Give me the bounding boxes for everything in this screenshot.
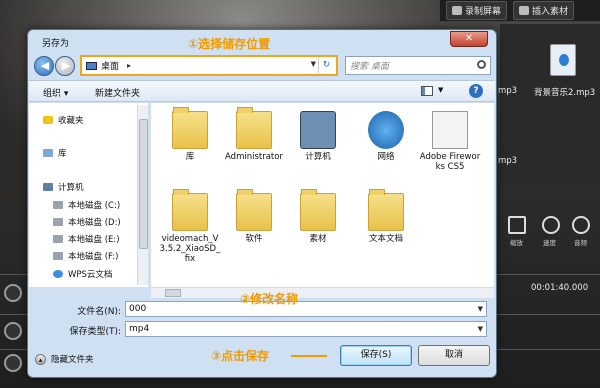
organize-button[interactable]: 组织 ▾ [43, 86, 68, 99]
nav-scrollbar[interactable] [137, 105, 148, 285]
search-icon [477, 60, 486, 69]
nav-item-drive-f[interactable]: 本地磁盘 (F:) [53, 250, 118, 262]
desktop-icon [86, 61, 97, 70]
save-button[interactable]: 保存(S) [340, 345, 412, 366]
pointer-arrow [291, 355, 327, 357]
navigation-row: ◀ ▶ 桌面 ▸ ▼ ↻ 搜索 桌面 [32, 54, 494, 78]
nav-item-drive-e[interactable]: 本地磁盘 (E:) [53, 233, 120, 245]
search-placeholder: 搜索 桌面 [350, 62, 389, 72]
cancel-button[interactable]: 取消 [418, 345, 490, 366]
new-folder-button[interactable]: 新建文件夹 [95, 86, 140, 99]
star-icon [43, 116, 53, 124]
computer-icon [300, 111, 336, 149]
insert-icon [519, 6, 530, 15]
hide-folders-button[interactable]: ▴ 隐藏文件夹 [35, 353, 94, 365]
address-dropdown-icon[interactable]: ▼ [311, 60, 316, 68]
file-item[interactable]: 文本文档 [355, 189, 417, 244]
filename-label: 文件名(N): [77, 307, 121, 317]
media-library: mp3 背景音乐2.mp3 mp3 [498, 24, 600, 184]
track-toggle-icon[interactable] [4, 322, 22, 340]
file-item[interactable]: videomach_V3.5.2_XiaoSD_fix [159, 189, 221, 264]
nav-item-library[interactable]: 库 [43, 147, 67, 159]
search-input[interactable]: 搜索 桌面 [345, 56, 491, 75]
annotation-step1: ①选择储存位置 [188, 37, 271, 51]
view-mode-icon[interactable] [421, 86, 433, 96]
volume-icon[interactable] [572, 216, 590, 234]
media-item-label[interactable]: mp3 [498, 86, 517, 96]
navigation-pane: 收藏夹 库 计算机 本地磁盘 (C:) 本地磁盘 (D:) 本地磁盘 (E:) … [29, 103, 149, 287]
save-as-dialog: 另存为 ✕ ◀ ▶ 桌面 ▸ ▼ ↻ 搜索 桌面 ①选择储存位置 组织 ▾ 新建… [27, 29, 497, 378]
user-folder-icon [236, 107, 272, 149]
file-item[interactable]: Administrator [223, 107, 285, 162]
music-file-icon[interactable] [550, 44, 576, 76]
address-bar[interactable]: 桌面 ▸ ▼ ↻ [80, 55, 338, 76]
forward-button[interactable]: ▶ [55, 56, 75, 76]
annotation-step3: ③点击保存 [211, 349, 270, 363]
computer-icon [43, 183, 53, 191]
folder-icon [236, 189, 272, 231]
drive-icon [53, 218, 63, 226]
filename-input[interactable]: 000 ▼ [125, 301, 487, 317]
speed-icon[interactable] [542, 216, 560, 234]
crop-icon[interactable] [508, 216, 526, 234]
folder-icon [300, 189, 336, 231]
nav-item-computer[interactable]: 计算机 [43, 181, 84, 193]
folder-icon [368, 189, 404, 231]
track-toggle-icon[interactable] [4, 354, 22, 372]
cloud-icon [53, 270, 63, 278]
breadcrumb-arrow-icon[interactable]: ▸ [127, 61, 131, 70]
help-icon[interactable]: ? [469, 84, 483, 98]
drive-icon [53, 235, 63, 243]
nav-item-drive-c[interactable]: 本地磁盘 (C:) [53, 199, 120, 211]
scrollbar-thumb[interactable] [165, 289, 181, 297]
player-controls: 缩放 速度 音频 [500, 210, 600, 250]
media-item-label[interactable]: mp3 [498, 156, 517, 166]
dialog-footer: ▴ 隐藏文件夹 ③点击保存 保存(S) 取消 [29, 339, 495, 377]
drive-icon [53, 201, 63, 209]
nav-item-wps-cloud[interactable]: WPS云文档 [53, 268, 112, 280]
file-item[interactable]: 库 [159, 107, 221, 162]
refresh-icon[interactable]: ↻ [318, 58, 334, 73]
nav-item-drive-d[interactable]: 本地磁盘 (D:) [53, 216, 121, 228]
back-button[interactable]: ◀ [34, 56, 54, 76]
nav-item-favorites[interactable]: 收藏夹 [43, 114, 84, 126]
filetype-label: 保存类型(T): [69, 327, 121, 337]
app-toolbar: 录制屏幕 插入素材 [440, 0, 600, 22]
folder-icon [172, 189, 208, 231]
address-location: 桌面 [101, 62, 120, 72]
library-folder-icon [172, 107, 208, 149]
filetype-select[interactable]: mp4 ▼ [125, 321, 487, 337]
scrollbar-thumb[interactable] [139, 119, 148, 249]
file-item[interactable]: 网络 [355, 111, 417, 162]
insert-media-button[interactable]: 插入素材 [513, 1, 575, 20]
drive-icon [53, 252, 63, 260]
speed-label: 速度 [543, 239, 556, 247]
crop-label: 缩放 [510, 239, 523, 247]
arrow-left-icon: ◀ [40, 59, 50, 72]
file-item[interactable]: Adobe Fireworks CS5 [419, 111, 481, 172]
record-icon [452, 6, 462, 15]
track-toggle-icon[interactable] [4, 284, 22, 302]
chevron-down-icon[interactable]: ▼ [478, 322, 483, 336]
document-icon [432, 111, 468, 149]
chevron-down-icon[interactable]: ▼ [478, 302, 483, 316]
view-dropdown-icon[interactable]: ▼ [438, 86, 443, 94]
dialog-toolbar: 组织 ▾ 新建文件夹 ▼ ? [29, 80, 495, 102]
record-screen-button[interactable]: 录制屏幕 [446, 1, 508, 20]
library-icon [43, 149, 53, 157]
collapse-icon: ▴ [35, 353, 46, 365]
file-item[interactable]: 计算机 [287, 111, 349, 162]
volume-label: 音频 [574, 239, 587, 247]
dialog-title: 另存为 [42, 39, 70, 49]
file-list-scrollbar[interactable] [151, 287, 494, 298]
file-item[interactable]: 软件 [223, 189, 285, 244]
arrow-right-icon: ▶ [61, 59, 71, 72]
annotation-step2: ②修改名称 [240, 292, 299, 306]
file-list: 库 Administrator 计算机 网络 Adobe Fireworks C… [151, 103, 494, 287]
media-item-label[interactable]: 背景音乐2.mp3 [534, 86, 595, 98]
file-item[interactable]: 素材 [287, 189, 349, 244]
network-icon [368, 111, 404, 149]
close-button[interactable]: ✕ [450, 31, 488, 47]
